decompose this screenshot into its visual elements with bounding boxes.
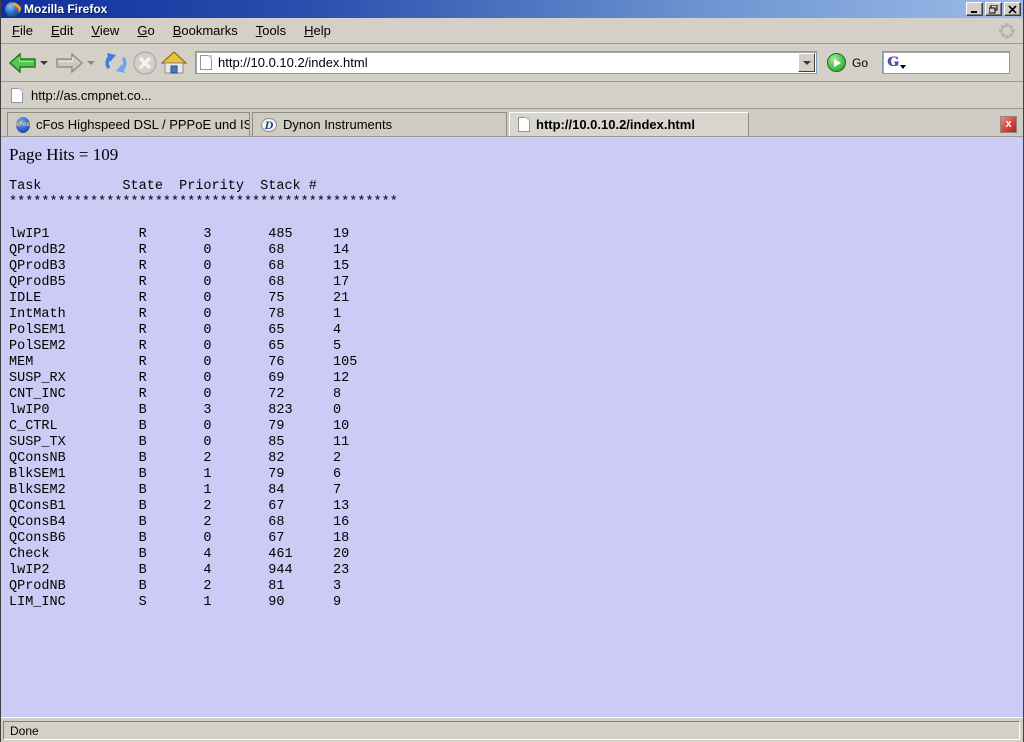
cfos-icon: cFos [16,117,30,133]
status-text: Done [3,721,1020,740]
menu-go[interactable]: Go [128,19,163,42]
url-dropdown-button[interactable] [798,53,815,72]
page-icon [200,55,212,70]
bookmark-page-icon [11,88,23,103]
menu-edit[interactable]: Edit [42,19,82,42]
menu-file[interactable]: File [3,19,42,42]
search-input[interactable]: G [882,51,1010,74]
search-engine-dropdown-icon[interactable] [900,65,906,69]
tab-2[interactable]: D Dynon Instruments [252,112,507,136]
restore-button[interactable] [985,2,1002,16]
dynon-icon: D [261,118,277,132]
minimize-icon [970,5,979,14]
page-icon [518,117,530,132]
menu-help[interactable]: Help [295,19,340,42]
bookmark-item[interactable]: http://as.cmpnet.co... [11,88,152,103]
navigation-toolbar: http://10.0.10.2/index.html Go G [1,44,1023,82]
close-tab-button[interactable]: x [1000,116,1017,133]
close-window-button[interactable] [1004,2,1021,16]
go-play-icon [834,59,841,67]
home-icon [161,51,187,75]
home-button[interactable] [159,49,189,77]
page-content: Page Hits = 109 Task State Priority Stac… [1,137,1023,717]
browser-window: Mozilla Firefox FileEditViewGoBookmarksT… [0,0,1024,742]
back-button[interactable] [7,51,38,75]
chevron-down-icon [803,61,811,65]
forward-dropdown[interactable] [87,61,95,65]
menu-items: FileEditViewGoBookmarksToolsHelp [3,19,340,42]
tab-1[interactable]: cFos cFos Highspeed DSL / PPPoE und ISDN … [7,112,250,136]
title-bar: Mozilla Firefox [1,0,1023,18]
minimize-button[interactable] [966,2,983,16]
window-title: Mozilla Firefox [24,2,964,16]
firefox-icon [5,2,20,17]
google-icon: G [887,55,899,70]
back-icon [9,53,36,73]
status-bar: Done [1,717,1023,742]
reload-button[interactable] [101,49,131,77]
page-hits-text: Page Hits = 109 [9,145,1023,165]
stop-button[interactable] [131,49,159,77]
menu-bar: FileEditViewGoBookmarksToolsHelp [1,18,1023,44]
forward-icon [56,53,83,73]
url-input[interactable]: http://10.0.10.2/index.html [212,55,797,70]
bookmark-label: http://as.cmpnet.co... [31,88,152,103]
close-icon [1008,5,1017,14]
go-label[interactable]: Go [852,56,868,70]
reload-icon [103,51,129,75]
tabs-container: cFos cFos Highspeed DSL / PPPoE und ISDN … [7,112,751,136]
back-dropdown[interactable] [40,61,48,65]
tab-label: http://10.0.10.2/index.html [536,117,695,132]
bookmarks-bar: http://as.cmpnet.co... [1,82,1023,109]
task-table: Task State Priority Stack # ************… [9,179,1023,611]
restore-icon [989,5,998,14]
throbber-icon [999,23,1015,39]
go-button[interactable] [827,53,846,72]
forward-button[interactable] [54,51,85,75]
tab-label: cFos Highspeed DSL / PPPoE und ISDN CAP.… [36,117,250,132]
stop-icon [133,51,157,75]
tab-3[interactable]: http://10.0.10.2/index.html [509,112,749,136]
menu-view[interactable]: View [82,19,128,42]
menu-bookmarks[interactable]: Bookmarks [164,19,247,42]
url-bar[interactable]: http://10.0.10.2/index.html [195,51,817,74]
menu-tools[interactable]: Tools [247,19,295,42]
tab-bar: cFos cFos Highspeed DSL / PPPoE und ISDN … [1,109,1023,137]
tab-label: Dynon Instruments [283,117,392,132]
